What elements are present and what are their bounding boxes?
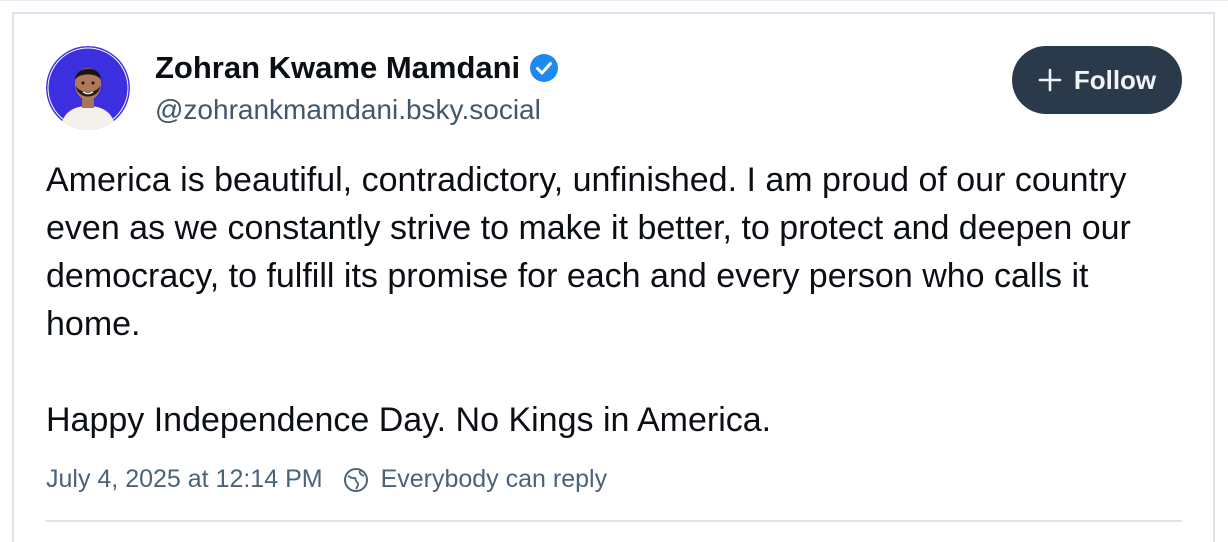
divider	[46, 520, 1182, 522]
avatar[interactable]	[46, 46, 130, 130]
post-timestamp[interactable]: July 4, 2025 at 12:14 PM	[46, 465, 323, 494]
author-display-name[interactable]: Zohran Kwame Mamdani	[155, 50, 520, 86]
verified-check-icon[interactable]	[529, 53, 559, 83]
follow-label: Follow	[1073, 64, 1157, 95]
top-border	[0, 0, 1228, 1]
reply-setting[interactable]: Everybody can reply	[381, 465, 608, 494]
globe-icon	[343, 467, 369, 493]
post-body: America is beautiful, contradictory, unf…	[46, 156, 1186, 444]
post-paragraph-1: America is beautiful, contradictory, unf…	[46, 161, 1131, 343]
author-name-row: Zohran Kwame Mamdani	[155, 50, 559, 86]
post-paragraph-2: Happy Independence Day. No Kings in Amer…	[46, 401, 772, 439]
plus-icon	[1038, 68, 1062, 92]
post-meta: July 4, 2025 at 12:14 PM Everybody can r…	[46, 465, 607, 494]
author-handle[interactable]: @zohrankmamdani.bsky.social	[155, 94, 541, 126]
follow-button[interactable]: Follow	[1012, 46, 1182, 114]
